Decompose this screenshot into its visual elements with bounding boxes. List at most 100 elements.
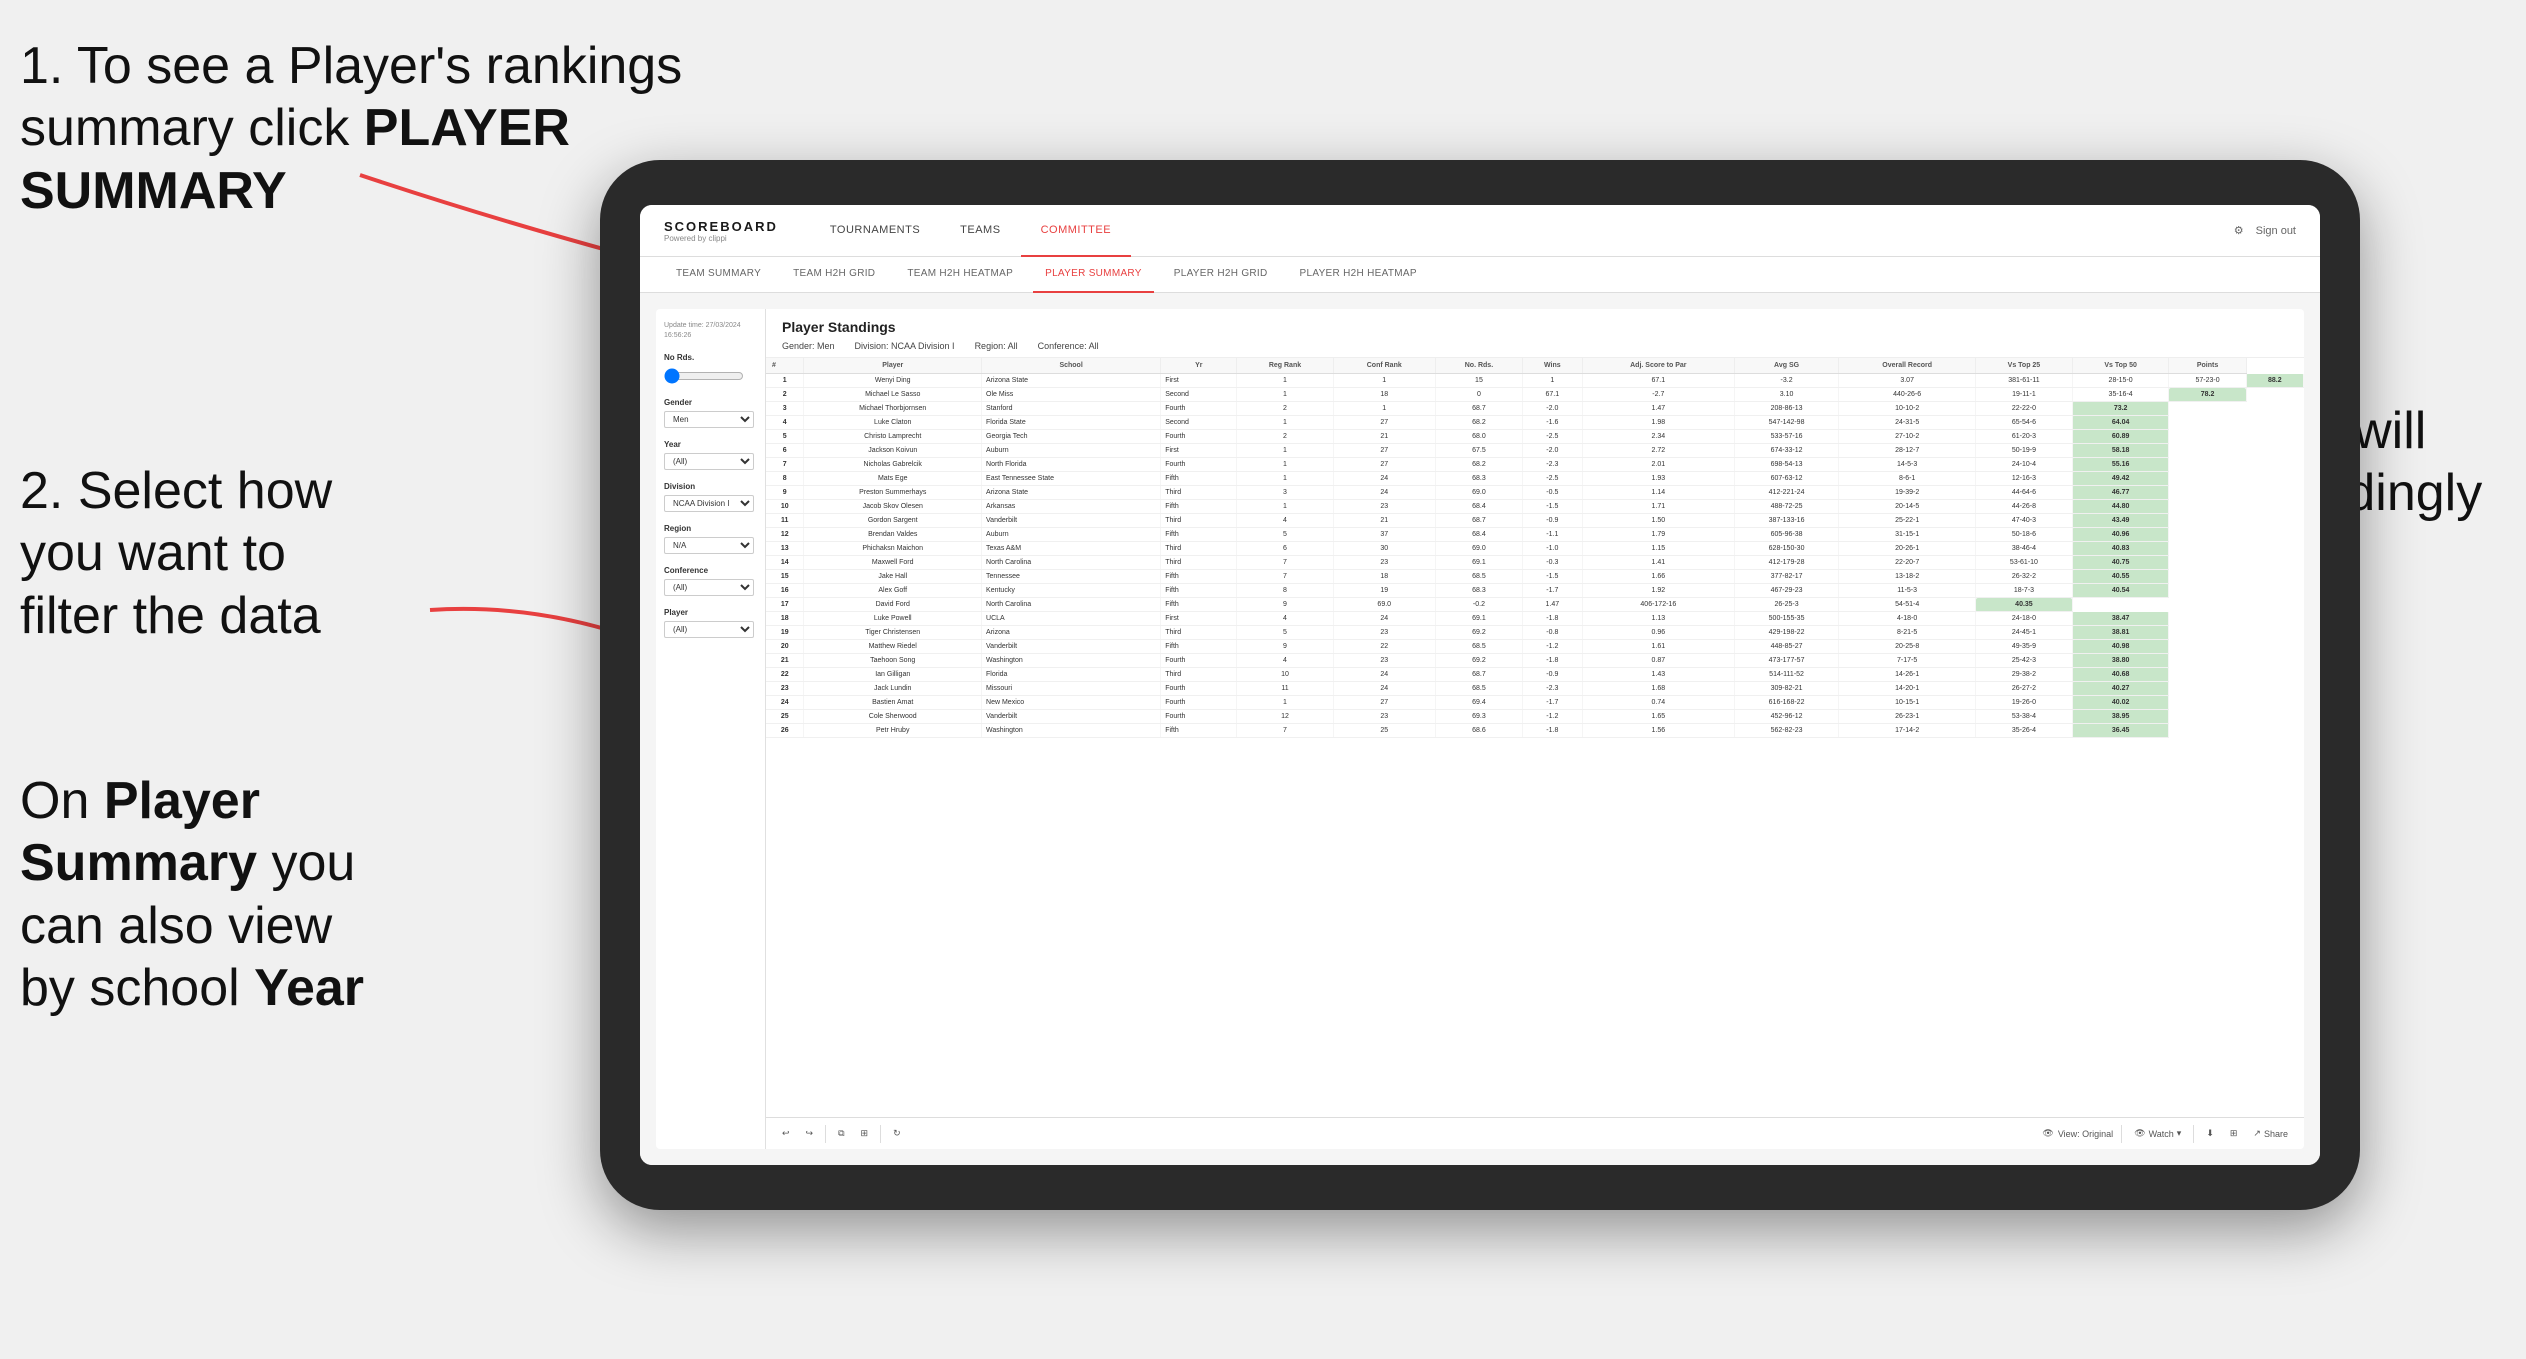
cell-2-1: Michael Thorbjornsen (804, 402, 982, 416)
filter-year-select[interactable]: (All) First Second Third Fourth Fifth (664, 453, 754, 470)
nav-committee[interactable]: COMMITTEE (1021, 205, 1132, 257)
col-yr[interactable]: Yr (1161, 358, 1237, 374)
col-wins[interactable]: Wins (1522, 358, 1582, 374)
col-adj-score[interactable]: Adj. Score to Par (1582, 358, 1734, 374)
col-overall[interactable]: Overall Record (1839, 358, 1976, 374)
col-rank[interactable]: # (766, 358, 804, 374)
cell-25-10: 17-14-2 (1839, 724, 1976, 738)
cell-1-10: 440-26-6 (1839, 388, 1976, 402)
table-title: Player Standings (782, 319, 2288, 335)
cell-10-0: 11 (766, 514, 804, 528)
cell-10-1: Gordon Sargent (804, 514, 982, 528)
cell-20-0: 21 (766, 654, 804, 668)
cell-5-9: 674-33-12 (1734, 444, 1838, 458)
filter-region-select[interactable]: N/A (664, 537, 754, 554)
filter-gender-select[interactable]: Men Women (664, 411, 754, 428)
table-row[interactable]: 14Maxwell FordNorth CarolinaThird72369.1… (766, 556, 2304, 570)
nav-tournaments[interactable]: TOURNAMENTS (810, 205, 940, 257)
col-player[interactable]: Player (804, 358, 982, 374)
toolbar-paste[interactable]: ⊞ (857, 1126, 873, 1141)
table-row[interactable]: 6Jackson KoivunAuburnFirst12767.5-2.02.7… (766, 444, 2304, 458)
toolbar-watch[interactable]: 👁 Watch ▾ (2130, 1126, 2185, 1141)
tablet: SCOREBOARD Powered by clippi TOURNAMENTS… (600, 160, 2360, 1210)
cell-25-4: 7 (1237, 724, 1333, 738)
sub-nav-team-h2h-grid[interactable]: TEAM H2H GRID (781, 257, 887, 293)
sub-nav-team-summary[interactable]: TEAM SUMMARY (664, 257, 773, 293)
share-label: Share (2264, 1129, 2288, 1139)
table-row[interactable]: 3Michael ThorbjornsenStanfordFourth2168.… (766, 402, 2304, 416)
col-no-rds[interactable]: No. Rds. (1435, 358, 1522, 374)
table-row[interactable]: 25Cole SherwoodVanderbiltFourth122369.3-… (766, 710, 2304, 724)
table-row[interactable]: 23Jack LundinMissouriFourth112468.5-2.31… (766, 682, 2304, 696)
cell-24-8: 1.65 (1582, 710, 1734, 724)
sub-nav-team-h2h-heatmap[interactable]: TEAM H2H HEATMAP (895, 257, 1025, 293)
cell-25-1: Petr Hruby (804, 724, 982, 738)
sub-nav-player-h2h-grid[interactable]: PLAYER H2H GRID (1162, 257, 1280, 293)
cell-1-2: Ole Miss (982, 388, 1161, 402)
table-row[interactable]: 22Ian GilliganFloridaThird102468.7-0.91.… (766, 668, 2304, 682)
table-row[interactable]: 5Christo LamprechtGeorgia TechFourth2216… (766, 430, 2304, 444)
toolbar-undo[interactable]: ↩ (778, 1126, 794, 1141)
filter-conference-select[interactable]: (All) (664, 579, 754, 596)
view-label[interactable]: 👁 View: Original (2042, 1128, 2113, 1139)
table-row[interactable]: 1Wenyi DingArizona StateFirst1115167.1-3… (766, 374, 2304, 388)
table-row[interactable]: 18Luke PowellUCLAFirst42469.1-1.81.13500… (766, 612, 2304, 626)
nav-teams[interactable]: TEAMS (940, 205, 1020, 257)
share-icon: ↗ (2253, 1128, 2261, 1139)
cell-7-5: 24 (1333, 472, 1435, 486)
sub-nav-player-h2h-heatmap[interactable]: PLAYER H2H HEATMAP (1288, 257, 1429, 293)
table-row[interactable]: 15Jake HallTennesseeFifth71868.5-1.51.66… (766, 570, 2304, 584)
cell-2-5: 1 (1333, 402, 1435, 416)
cell-3-11: 65-54-6 (1976, 416, 2073, 430)
cell-5-4: 1 (1237, 444, 1333, 458)
table-row[interactable]: 7Nicholas GabrelcikNorth FloridaFourth12… (766, 458, 2304, 472)
toolbar-redo[interactable]: ↪ (802, 1126, 818, 1141)
filter-division-select[interactable]: NCAA Division I (664, 495, 754, 512)
data-table-container[interactable]: # Player School Yr Reg Rank Conf Rank No… (766, 358, 2304, 1117)
toolbar-sep3 (2121, 1125, 2122, 1143)
table-row[interactable]: 13Phichaksn MaichonTexas A&MThird63069.0… (766, 542, 2304, 556)
table-row[interactable]: 11Gordon SargentVanderbiltThird42168.7-0… (766, 514, 2304, 528)
col-school[interactable]: School (982, 358, 1161, 374)
cell-24-12: 38.95 (2072, 710, 2169, 724)
cell-25-0: 26 (766, 724, 804, 738)
cell-13-6: 69.1 (1435, 556, 1522, 570)
cell-20-4: 4 (1237, 654, 1333, 668)
toolbar-share[interactable]: ↗ Share (2249, 1126, 2292, 1141)
table-row[interactable]: 19Tiger ChristensenArizonaThird52369.2-0… (766, 626, 2304, 640)
col-conf-rank[interactable]: Conf Rank (1333, 358, 1435, 374)
table-row[interactable]: 26Petr HrubyWashingtonFifth72568.6-1.81.… (766, 724, 2304, 738)
cell-0-11: 381-61-11 (1976, 374, 2073, 388)
toolbar-expand[interactable]: ⊞ (2226, 1126, 2242, 1141)
table-row[interactable]: 24Bastien AmatNew MexicoFourth12769.4-1.… (766, 696, 2304, 710)
table-row[interactable]: 21Taehoon SongWashingtonFourth42369.2-1.… (766, 654, 2304, 668)
no-rds-slider[interactable] (664, 368, 744, 384)
table-row[interactable]: 20Matthew RiedelVanderbiltFifth92268.5-1… (766, 640, 2304, 654)
table-row[interactable]: 8Mats EgeEast Tennessee StateFifth12468.… (766, 472, 2304, 486)
update-info: Update time: 27/03/2024 16:56:26 (664, 321, 757, 341)
cell-11-12: 40.96 (2072, 528, 2169, 542)
cell-7-8: 1.93 (1582, 472, 1734, 486)
table-row[interactable]: 16Alex GoffKentuckyFifth81968.3-1.71.924… (766, 584, 2304, 598)
col-vs-top25[interactable]: Vs Top 25 (1976, 358, 2073, 374)
table-row[interactable]: 4Luke ClatonFlorida StateSecond12768.2-1… (766, 416, 2304, 430)
toolbar-copy[interactable]: ⧉ (834, 1126, 848, 1141)
table-row[interactable]: 2Michael Le SassoOle MissSecond118067.1-… (766, 388, 2304, 402)
toolbar-download[interactable]: ⬇ (2202, 1126, 2218, 1141)
table-row[interactable]: 17David FordNorth CarolinaFifth969.0-0.2… (766, 598, 2304, 612)
table-row[interactable]: 12Brendan ValdesAuburnFifth53768.4-1.11.… (766, 528, 2304, 542)
col-reg-rank[interactable]: Reg Rank (1237, 358, 1333, 374)
table-row[interactable]: 9Preston SummerhaysArizona StateThird324… (766, 486, 2304, 500)
sub-nav-player-summary[interactable]: PLAYER SUMMARY (1033, 257, 1154, 293)
col-points[interactable]: Points (2169, 358, 2246, 374)
toolbar-refresh[interactable]: ↻ (889, 1126, 905, 1141)
col-vs-top50[interactable]: Vs Top 50 (2072, 358, 2169, 374)
step1-line2: summary click PLAYER SUMMARY (20, 99, 570, 219)
sign-out[interactable]: Sign out (2256, 225, 2296, 237)
cell-18-1: Tiger Christensen (804, 626, 982, 640)
cell-17-0: 18 (766, 612, 804, 626)
col-avg-sg[interactable]: Avg SG (1734, 358, 1838, 374)
table-row[interactable]: 10Jacob Skov OlesenArkansasFifth12368.4-… (766, 500, 2304, 514)
filter-player-select[interactable]: (All) (664, 621, 754, 638)
cell-0-10: 3.07 (1839, 374, 1976, 388)
